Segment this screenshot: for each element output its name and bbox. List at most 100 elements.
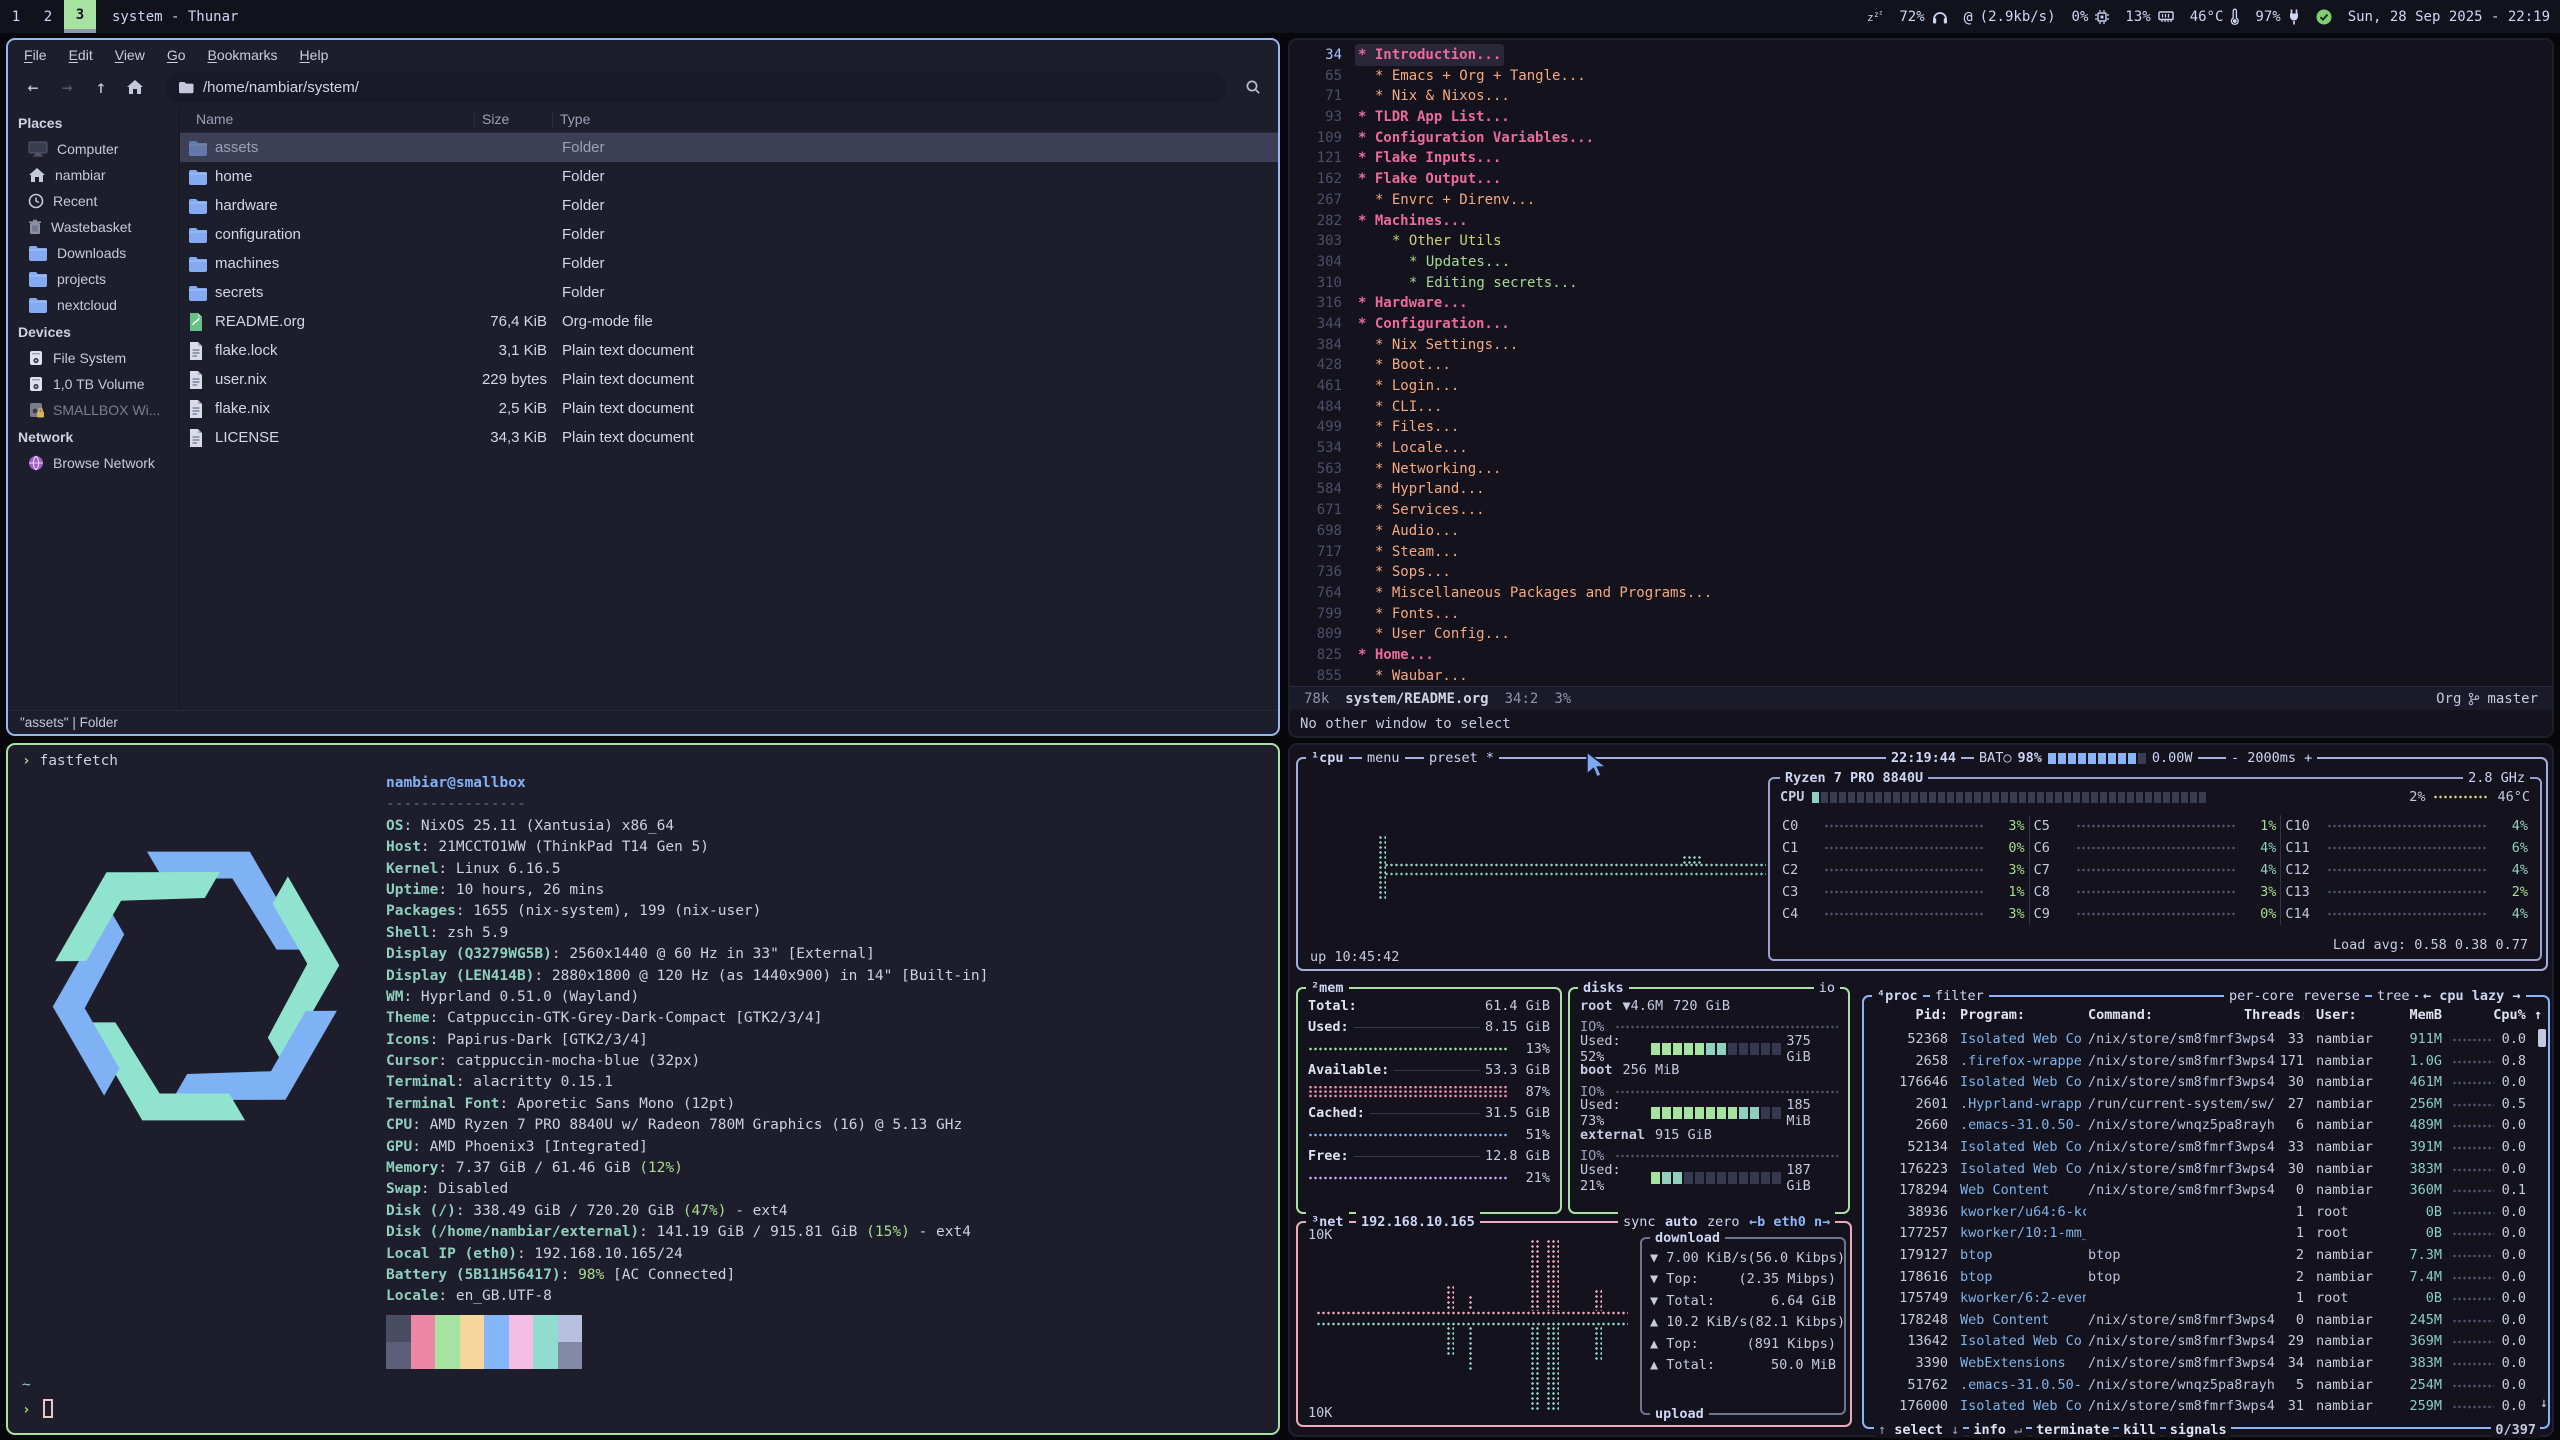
status-segment-7[interactable] <box>2316 9 2332 25</box>
org-heading-line[interactable]: 499* Files... <box>1290 417 2552 438</box>
proc-sort-selector[interactable]: ← cpu lazy → <box>2418 986 2526 1006</box>
org-heading-line[interactable]: 34* Introduction... <box>1290 45 2552 66</box>
org-heading-line[interactable]: 65* Emacs + Org + Tangle... <box>1290 66 2552 87</box>
org-heading-line[interactable]: 71* Nix & Nixos... <box>1290 86 2552 107</box>
net-interface-switch[interactable]: ←b eth0 n→ <box>1744 1212 1835 1232</box>
status-segment-2[interactable]: @(2.9kb/s) <box>1964 8 2056 26</box>
org-heading-line[interactable]: 310* Editing secrets... <box>1290 273 2552 294</box>
proc-footer-terminate[interactable]: terminate <box>2032 1422 2113 1438</box>
file-row-hardware[interactable]: hardwareFolder <box>180 191 1278 220</box>
status-segment-6[interactable]: 97% <box>2255 9 2299 25</box>
process-row[interactable]: 176000Isolated Web Co/nix/store/sm8fmrf3… <box>1872 1396 2540 1418</box>
column-size[interactable]: Size <box>482 111 509 127</box>
process-row[interactable]: 2658.firefox-wrappe/nix/store/sm8fmrf3wp… <box>1872 1051 2540 1073</box>
file-row-license[interactable]: LICENSE34,3 KiBPlain text document <box>180 423 1278 452</box>
process-row[interactable]: 13642Isolated Web Co/nix/store/sm8fmrf3w… <box>1872 1331 2540 1353</box>
process-row[interactable]: 178616btopbtop2nambiar7.4M0.0 <box>1872 1267 2540 1289</box>
proc-header-mem[interactable]: MemB <box>2376 1005 2442 1027</box>
org-heading-line[interactable]: 121* Flake Inputs... <box>1290 148 2552 169</box>
proc-footer-info[interactable]: info ↵ <box>1969 1422 2026 1438</box>
org-heading-line[interactable]: 825* Home... <box>1290 645 2552 666</box>
status-segment-4[interactable]: 13% <box>2125 9 2173 25</box>
org-heading-line[interactable]: 698* Audio... <box>1290 521 2552 542</box>
sidebar-item-nambiar[interactable]: nambiar <box>8 162 179 188</box>
file-row-secrets[interactable]: secretsFolder <box>180 278 1278 307</box>
org-heading-line[interactable]: 93* TLDR App List... <box>1290 107 2552 128</box>
process-row[interactable]: 52368Isolated Web Co/nix/store/sm8fmrf3w… <box>1872 1029 2540 1051</box>
org-heading-line[interactable]: 484* CLI... <box>1290 397 2552 418</box>
org-heading-line[interactable]: 267* Envrc + Direnv... <box>1290 190 2552 211</box>
menu-item-bookmarks[interactable]: Bookmarks <box>198 45 288 65</box>
org-heading-line[interactable]: 344* Configuration... <box>1290 314 2552 335</box>
sidebar-item-browse-network[interactable]: Browse Network <box>8 450 179 476</box>
process-row[interactable]: 175749kworker/6:2-even1root0B0.0 <box>1872 1288 2540 1310</box>
sidebar-item-file-system[interactable]: File System <box>8 345 179 371</box>
process-row[interactable]: 51762.emacs-31.0.50-/nix/store/wnqz5pa8r… <box>1872 1375 2540 1397</box>
org-heading-line[interactable]: 764* Miscellaneous Packages and Programs… <box>1290 583 2552 604</box>
status-segment-3[interactable]: 0% <box>2072 9 2110 25</box>
org-heading-line[interactable]: 717* Steam... <box>1290 542 2552 563</box>
org-heading-line[interactable]: 736* Sops... <box>1290 562 2552 583</box>
org-heading-line[interactable]: 316* Hardware... <box>1290 293 2552 314</box>
proc-header-program[interactable]: Program: <box>1960 1005 2086 1027</box>
process-row[interactable]: 178248Web Content/nix/store/sm8fmrf3wps4… <box>1872 1310 2540 1332</box>
workspace-3[interactable]: 3 <box>64 0 96 33</box>
home-button[interactable] <box>118 72 152 102</box>
file-row-configuration[interactable]: configurationFolder <box>180 220 1278 249</box>
proc-scrollbar-thumb[interactable] <box>2538 1029 2546 1047</box>
search-button[interactable] <box>1236 72 1270 102</box>
org-heading-line[interactable]: 534* Locale... <box>1290 438 2552 459</box>
org-heading-line[interactable]: 109* Configuration Variables... <box>1290 128 2552 149</box>
proc-header-threads[interactable]: Threads: <box>2244 1005 2304 1027</box>
preset-button[interactable]: preset * <box>1424 748 1499 768</box>
sidebar-item-computer[interactable]: Computer <box>8 136 179 162</box>
menu-item-view[interactable]: View <box>105 45 155 65</box>
status-segment-0[interactable]: zzz <box>1867 10 1883 23</box>
sidebar-item-wastebasket[interactable]: Wastebasket <box>8 214 179 240</box>
process-row[interactable]: 176223Isolated Web Co/nix/store/sm8fmrf3… <box>1872 1159 2540 1181</box>
menu-item-go[interactable]: Go <box>157 45 196 65</box>
process-row[interactable]: 178294Web Content/nix/store/sm8fmrf3wps4… <box>1872 1180 2540 1202</box>
org-heading-line[interactable]: 799* Fonts... <box>1290 604 2552 625</box>
tab-cpu[interactable]: ¹cpu <box>1306 748 1349 768</box>
file-row-flake-lock[interactable]: flake.lock3,1 KiBPlain text document <box>180 336 1278 365</box>
proc-percore-button[interactable]: per-core <box>2224 986 2299 1006</box>
sidebar-item-nextcloud[interactable]: nextcloud <box>8 292 179 318</box>
menu-item-help[interactable]: Help <box>290 45 339 65</box>
back-button[interactable]: ← <box>16 72 50 102</box>
org-heading-line[interactable]: 282* Machines... <box>1290 211 2552 232</box>
proc-footer-select[interactable]: ↑ select ↓ <box>1874 1422 1963 1438</box>
process-row[interactable]: 52134Isolated Web Co/nix/store/sm8fmrf3w… <box>1872 1137 2540 1159</box>
sidebar-item-downloads[interactable]: Downloads <box>8 240 179 266</box>
org-heading-line[interactable]: 428* Boot... <box>1290 355 2552 376</box>
file-row-user-nix[interactable]: user.nix229 bytesPlain text document <box>180 365 1278 394</box>
org-heading-line[interactable]: 384* Nix Settings... <box>1290 335 2552 356</box>
process-row[interactable]: 179127btopbtop2nambiar7.3M0.0 <box>1872 1245 2540 1267</box>
org-heading-line[interactable]: 855* Waubar... <box>1290 666 2552 687</box>
file-row-flake-nix[interactable]: flake.nix2,5 KiBPlain text document <box>180 394 1278 423</box>
file-row-assets[interactable]: assetsFolder <box>180 133 1278 162</box>
process-row[interactable]: 176646Isolated Web Co/nix/store/sm8fmrf3… <box>1872 1072 2540 1094</box>
tab-proc[interactable]: ⁴proc <box>1872 986 1923 1006</box>
status-segment-5[interactable]: 46°C <box>2190 9 2240 25</box>
file-row-readme-org[interactable]: README.org76,4 KiBOrg-mode file <box>180 307 1278 336</box>
forward-button[interactable]: → <box>50 72 84 102</box>
org-heading-line[interactable]: 563* Networking... <box>1290 459 2552 480</box>
org-heading-line[interactable]: 162* Flake Output... <box>1290 169 2552 190</box>
menu-button[interactable]: menu <box>1362 748 1405 768</box>
file-row-machines[interactable]: machinesFolder <box>180 249 1278 278</box>
proc-header-pid[interactable]: Pid: <box>1872 1005 1948 1027</box>
refresh-interval[interactable]: - 2000ms + <box>2226 748 2317 768</box>
process-row[interactable]: 2660.emacs-31.0.50-/nix/store/wnqz5pa8ra… <box>1872 1115 2540 1137</box>
sidebar-item-projects[interactable]: projects <box>8 266 179 292</box>
column-name[interactable]: Name <box>196 111 233 127</box>
column-type[interactable]: Type <box>560 111 590 127</box>
proc-scroll-down-icon[interactable]: ↓ <box>2540 1395 2548 1411</box>
process-row[interactable]: 177257kworker/10:1-mm_1root0B0.0 <box>1872 1223 2540 1245</box>
sidebar-item-recent[interactable]: Recent <box>8 188 179 214</box>
process-row[interactable]: 2601.Hyprland-wrapp/run/current-system/s… <box>1872 1094 2540 1116</box>
up-button[interactable]: ↑ <box>84 72 118 102</box>
process-row[interactable]: 38936kworker/u64:6-kc1root0B0.0 <box>1872 1202 2540 1224</box>
workspace-1[interactable]: 1 <box>0 0 32 33</box>
org-heading-line[interactable]: 461* Login... <box>1290 376 2552 397</box>
